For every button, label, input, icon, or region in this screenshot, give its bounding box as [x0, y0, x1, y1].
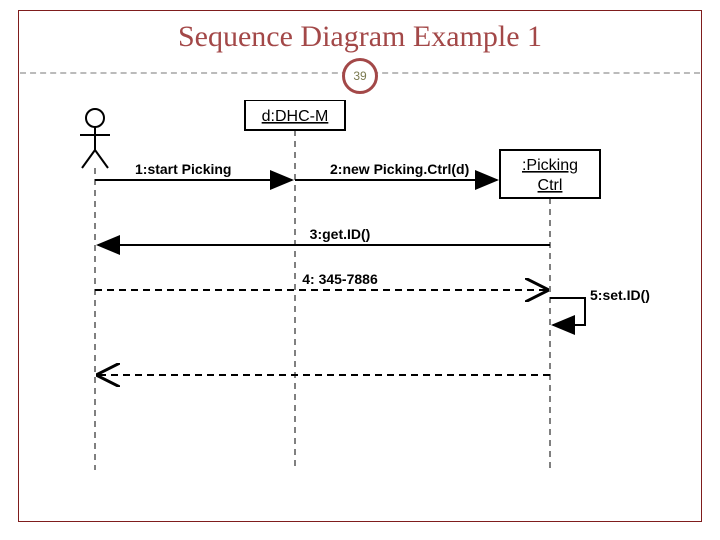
message-3-label: 3:get.ID(): [310, 226, 371, 242]
object-picking-label-1: :Picking: [522, 157, 578, 174]
message-5-arrow: [550, 298, 585, 325]
message-4-label: 4: 345-7886: [302, 271, 378, 287]
slide-title: Sequence Diagram Example 1: [0, 20, 720, 54]
actor-icon: [80, 109, 110, 168]
sequence-diagram: d:DHC-M :Picking Ctrl 1:start Picking: [40, 100, 680, 500]
diagram-svg: d:DHC-M :Picking Ctrl 1:start Picking: [40, 100, 680, 500]
object-picking-label-2: Ctrl: [538, 177, 563, 194]
message-5-label: 5:set.ID(): [590, 287, 650, 303]
slide: Sequence Diagram Example 1 39 d:DHC-M :P…: [0, 0, 720, 540]
page-number: 39: [353, 69, 366, 83]
page-number-badge: 39: [342, 58, 378, 94]
object-dhc-label: d:DHC-M: [262, 108, 329, 125]
message-1-label: 1:start Picking: [135, 161, 231, 177]
message-2-label: 2:new Picking.Ctrl(d): [330, 161, 469, 177]
